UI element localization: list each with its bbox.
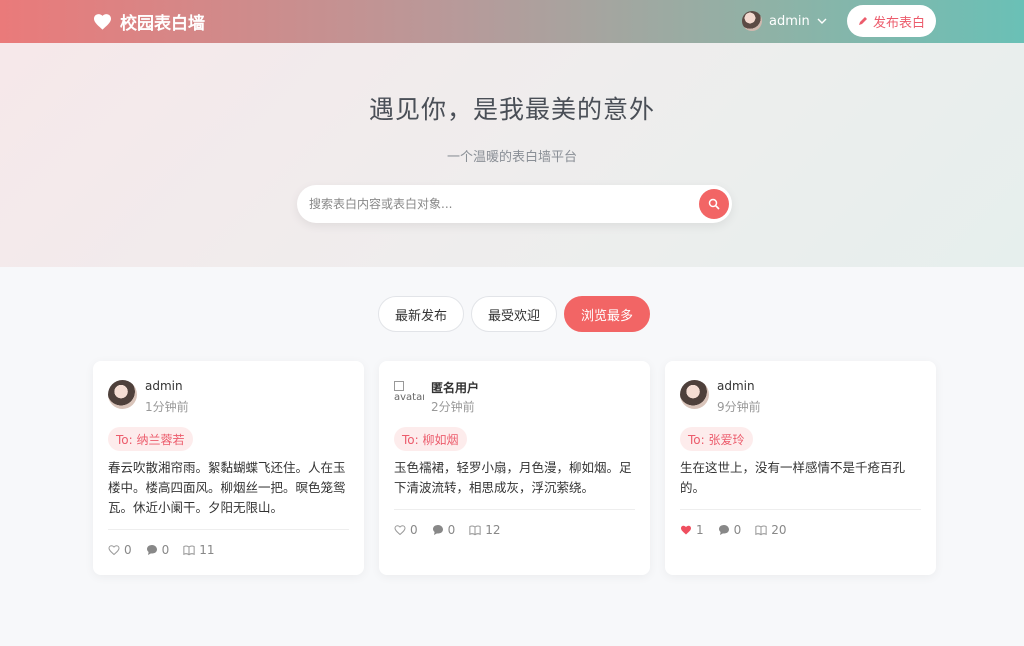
post-content: 生在这世上，没有一样感情不是千疮百孔的。 (680, 460, 906, 495)
post-card[interactable]: admin 1分钟前 To: 纳兰蓉若 春云吹散湘帘雨。絮黏蝴蝶飞还住。人在玉楼… (93, 361, 364, 575)
avatar: avatar (394, 380, 424, 410)
top-navbar: 校园表白墙 admin 发布表白 (0, 0, 1024, 43)
chevron-down-icon (817, 18, 827, 24)
avatar (108, 380, 137, 409)
comment-icon (432, 525, 443, 535)
post-stats: 1 0 20 (680, 523, 801, 537)
book-icon (469, 525, 481, 536)
heart-filled-icon (681, 525, 691, 535)
recipient-tag: To: 张爱玲 (680, 427, 753, 451)
views-stat: 11 (183, 543, 215, 557)
post-card[interactable]: avatar 匿名用户 2分钟前 To: 柳如烟 玉色襦裙，轻罗小扇，月色漫，柳… (379, 361, 650, 575)
heart-icon (94, 14, 111, 30)
recipient-tag: To: 纳兰蓉若 (108, 427, 193, 451)
comment-count: 0 (447, 523, 456, 537)
avatar (742, 11, 762, 31)
user-menu[interactable]: admin (742, 11, 827, 31)
comment-count: 0 (733, 523, 742, 537)
search-button[interactable] (699, 189, 729, 219)
pencil-icon (858, 17, 867, 25)
filter-popular[interactable]: 最受欢迎 (471, 296, 557, 332)
like-button[interactable]: 0 (108, 543, 132, 557)
search-icon (708, 198, 720, 210)
post-time: 1分钟前 (145, 400, 189, 414)
divider (680, 509, 921, 510)
brand-title: 校园表白墙 (120, 14, 205, 34)
author-name: admin (145, 379, 183, 393)
comment-icon (146, 545, 157, 555)
user-name: admin (769, 13, 810, 29)
divider (108, 529, 349, 530)
search-input[interactable] (309, 185, 689, 223)
hero-subtitle: 一个温暖的表白墙平台 (446, 150, 577, 165)
post-stats: 0 0 12 (394, 523, 515, 537)
publish-button[interactable]: 发布表白 (847, 5, 936, 37)
comment-button[interactable]: 0 (718, 523, 742, 537)
author-name: admin (717, 379, 755, 393)
view-count: 20 (771, 523, 787, 537)
like-button[interactable]: 0 (394, 523, 418, 537)
divider (394, 509, 635, 510)
post-time: 9分钟前 (717, 400, 761, 414)
book-icon (183, 545, 195, 556)
post-card[interactable]: admin 9分钟前 To: 张爱玲 生在这世上，没有一样感情不是千疮百孔的。 … (665, 361, 936, 575)
comment-icon (718, 525, 729, 535)
hero-title: 遇见你，是我最美的意外 (368, 95, 655, 124)
recipient-tag: To: 柳如烟 (394, 427, 467, 451)
comment-count: 0 (161, 543, 170, 557)
publish-label: 发布表白 (872, 15, 925, 31)
like-button[interactable]: 1 (680, 523, 704, 537)
author-name: 匿名用户 (431, 381, 480, 395)
views-stat: 20 (755, 523, 787, 537)
book-icon (755, 525, 767, 536)
heart-outline-icon (108, 545, 120, 556)
comment-button[interactable]: 0 (146, 543, 170, 557)
like-count: 0 (410, 523, 418, 537)
like-count: 1 (696, 523, 704, 537)
broken-image-icon (394, 381, 404, 391)
post-content: 玉色襦裙，轻罗小扇，月色漫，柳如烟。足下清波流转，相思成灰，浮沉萦绕。 (394, 460, 632, 495)
view-count: 12 (485, 523, 501, 537)
post-stats: 0 0 11 (108, 543, 229, 557)
views-stat: 12 (469, 523, 501, 537)
avatar (680, 380, 709, 409)
heart-outline-icon (394, 525, 406, 536)
post-content: 春云吹散湘帘雨。絮黏蝴蝶飞还住。人在玉楼中。楼高四面风。柳烟丝一把。暝色笼鸳瓦。… (108, 460, 346, 515)
filter-latest[interactable]: 最新发布 (378, 296, 464, 332)
brand-logo[interactable]: 校园表白墙 (93, 9, 205, 34)
like-count: 0 (124, 543, 132, 557)
comment-button[interactable]: 0 (432, 523, 456, 537)
hero-banner: 遇见你，是我最美的意外 一个温暖的表白墙平台 (0, 43, 1024, 267)
view-count: 11 (199, 543, 215, 557)
avatar-alt-text: avatar (394, 392, 424, 403)
post-time: 2分钟前 (431, 400, 475, 414)
filter-most-viewed[interactable]: 浏览最多 (564, 296, 650, 332)
search-bar (297, 185, 732, 223)
